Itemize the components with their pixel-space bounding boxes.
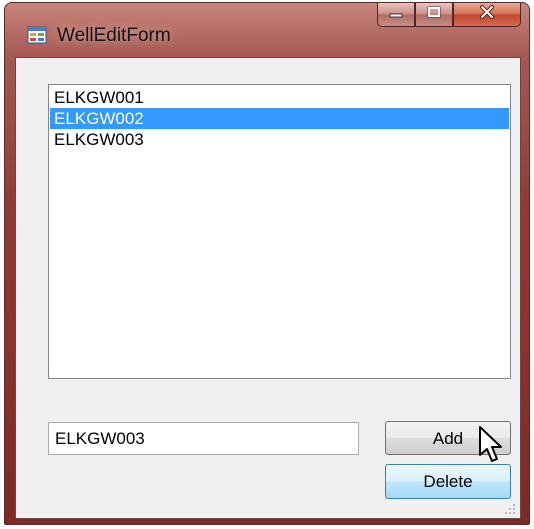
window-title: WellEditForm (57, 25, 171, 46)
minimize-icon (388, 6, 404, 24)
maximize-button[interactable] (415, 3, 453, 27)
list-item-selected[interactable]: ELKGW002 (50, 108, 509, 129)
close-button[interactable] (453, 3, 521, 27)
well-edit-window: WellEditForm ELKGW001 ELKGW002 ELKGW003 … (4, 2, 530, 525)
maximize-icon (426, 5, 442, 24)
add-button[interactable]: Add (385, 421, 511, 455)
list-item[interactable]: ELKGW001 (50, 87, 509, 108)
delete-button[interactable]: Delete (385, 464, 511, 499)
well-name-input[interactable] (48, 422, 359, 455)
caption-buttons (377, 3, 521, 29)
minimize-button[interactable] (377, 3, 415, 27)
list-item[interactable]: ELKGW003 (50, 129, 509, 150)
form-app-icon[interactable] (27, 25, 47, 45)
close-icon (478, 4, 496, 25)
form-client-area: ELKGW001 ELKGW002 ELKGW003 Add Delete (15, 57, 521, 519)
title-bar[interactable]: WellEditForm (5, 3, 529, 57)
size-grip-icon[interactable] (504, 502, 516, 514)
wells-listbox[interactable]: ELKGW001 ELKGW002 ELKGW003 (48, 84, 511, 379)
